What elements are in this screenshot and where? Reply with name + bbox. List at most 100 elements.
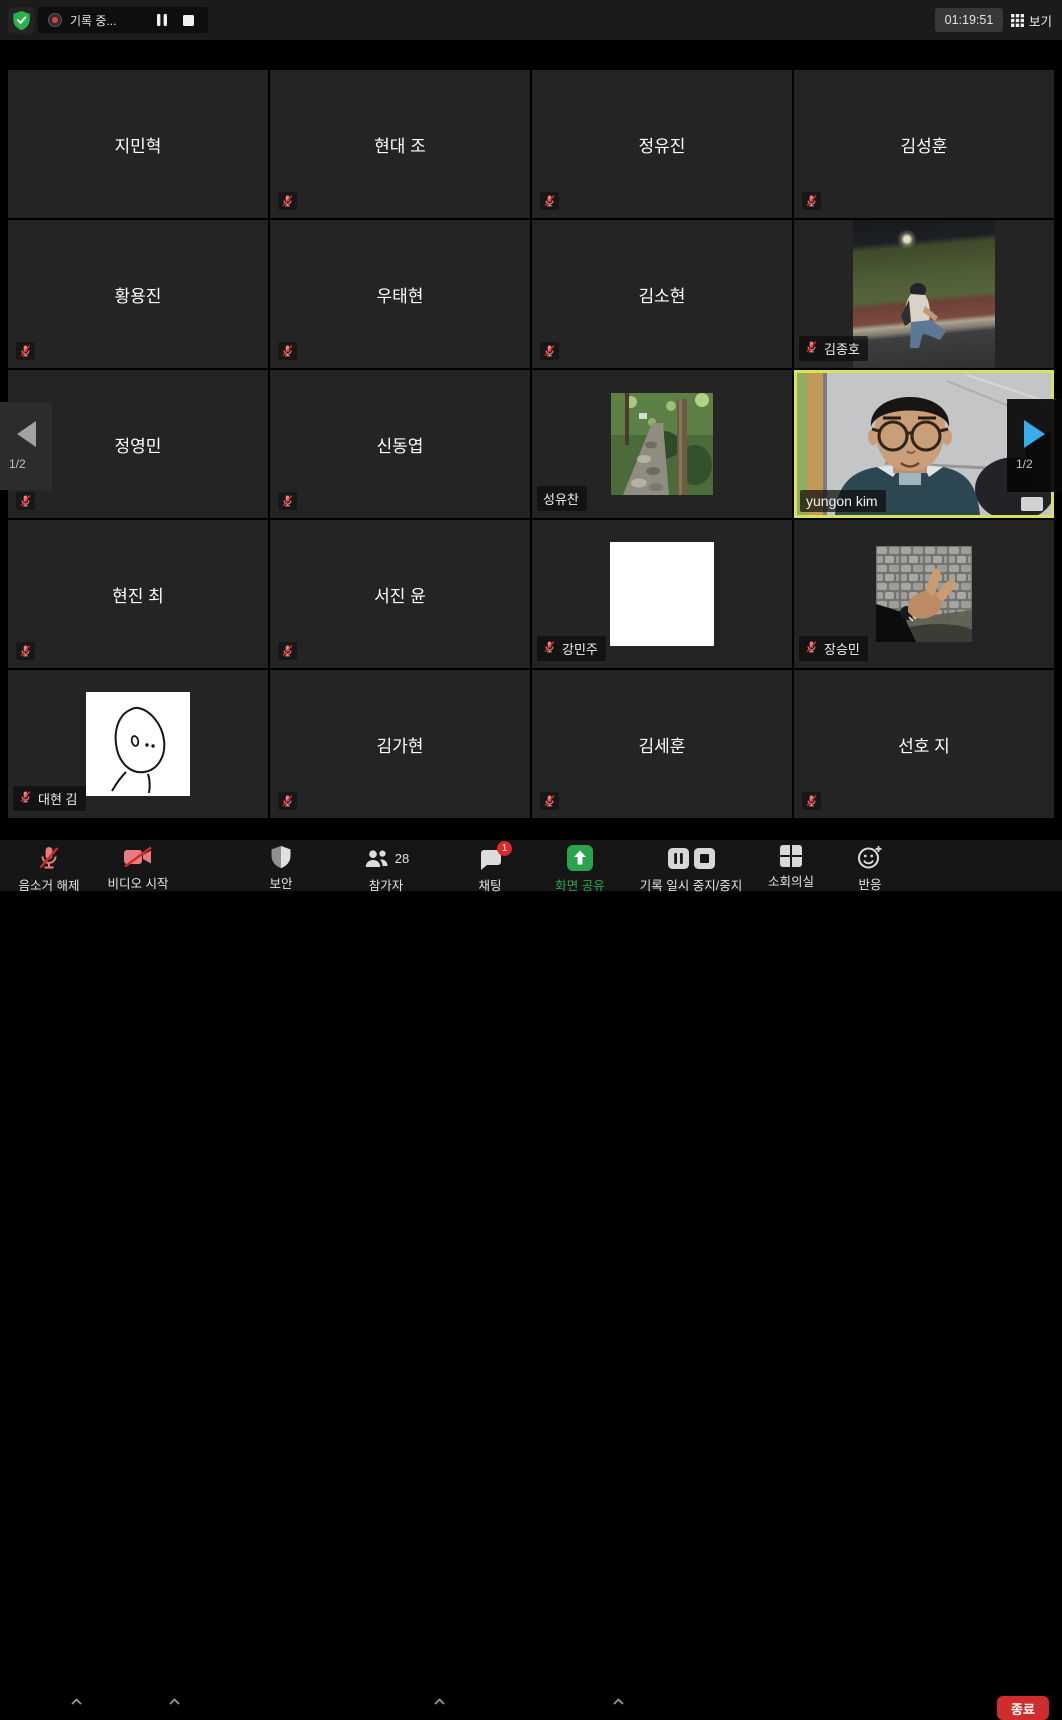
stop-icon <box>183 15 194 26</box>
audio-options-chevron[interactable] <box>68 1690 85 1711</box>
chat-button[interactable]: 1 채팅 <box>462 845 518 894</box>
participant-tile[interactable]: 장승민 <box>794 520 1054 668</box>
video-thumbnail-face-drawing <box>86 692 190 796</box>
participant-tile[interactable]: 신동엽 <box>270 370 530 518</box>
share-options-chevron[interactable] <box>610 1690 627 1711</box>
participants-count: 28 <box>395 851 409 866</box>
start-video-label: 비디오 시작 <box>108 873 169 892</box>
security-shield-icon[interactable] <box>8 7 35 34</box>
participant-tile[interactable]: 정유진 <box>532 70 792 218</box>
breakout-rooms-icon <box>780 845 802 867</box>
participant-tile[interactable]: 대현 김 <box>8 670 268 818</box>
participant-label: 성유찬 <box>537 486 587 511</box>
share-screen-label: 화면 공유 <box>555 875 604 894</box>
participant-tile[interactable]: 김가현 <box>270 670 530 818</box>
recording-label: 기록 중... <box>70 12 116 29</box>
participant-name: 장승민 <box>824 639 860 658</box>
pause-recording-icon <box>668 848 689 869</box>
start-video-button[interactable]: 비디오 시작 <box>92 845 184 892</box>
next-page-button[interactable]: 1/2 <box>1007 399 1062 492</box>
reactions-label: 반응 <box>858 874 881 893</box>
top-bar: 기록 중... 01:19:51 보 <box>0 0 1062 40</box>
security-button[interactable]: 보안 <box>252 845 310 892</box>
video-options-chevron[interactable] <box>166 1690 183 1711</box>
chat-label: 채팅 <box>478 875 501 894</box>
share-screen-button[interactable]: 화면 공유 <box>540 845 620 894</box>
participant-label: 대현 김 <box>13 786 86 811</box>
participant-tile[interactable]: 현대 조 <box>270 70 530 218</box>
reactions-button[interactable]: 반응 <box>845 845 895 893</box>
mic-muted-icon <box>278 342 297 360</box>
participant-label: 장승민 <box>799 636 868 661</box>
video-thumbnail-night-scene <box>853 220 995 368</box>
participant-name: 서진 윤 <box>270 520 530 668</box>
video-thumbnail-forest-path <box>611 393 713 495</box>
stop-recording-icon <box>694 848 715 869</box>
mic-muted-icon <box>278 492 297 510</box>
pause-icon <box>157 14 167 26</box>
participant-tile[interactable]: 강민주 <box>532 520 792 668</box>
mic-muted-icon <box>543 640 556 657</box>
participant-name: 강민주 <box>562 639 598 658</box>
mic-muted-icon <box>278 792 297 810</box>
participant-tile[interactable]: 김성훈 <box>794 70 1054 218</box>
mic-muted-icon <box>805 640 818 657</box>
unmute-button[interactable]: 음소거 해제 <box>4 845 94 894</box>
participant-tile[interactable]: 황용진 <box>8 220 268 368</box>
record-pause-stop-button[interactable]: 기록 일시 중지/중지 <box>630 845 752 894</box>
participant-label: 강민주 <box>537 636 606 661</box>
arrow-left-icon <box>17 421 36 447</box>
participant-name: 우태현 <box>270 220 530 368</box>
prev-page-button[interactable]: 1/2 <box>0 402 52 490</box>
participant-tile[interactable]: 김세훈 <box>532 670 792 818</box>
recording-indicator: 기록 중... <box>38 7 208 33</box>
security-label: 보안 <box>269 873 292 892</box>
mic-muted-icon <box>16 642 35 660</box>
participant-tile[interactable]: 우태현 <box>270 220 530 368</box>
participant-name: 성유찬 <box>543 489 579 508</box>
participant-label: yungon kim <box>800 490 886 512</box>
camera-off-icon <box>123 845 153 869</box>
participants-button[interactable]: 28 참가자 <box>350 845 422 894</box>
participant-name: 김소현 <box>532 220 792 368</box>
participant-name: 대현 김 <box>38 789 78 808</box>
participant-name: 현대 조 <box>270 70 530 218</box>
participant-tile[interactable]: 선호 지 <box>794 670 1054 818</box>
participant-tile[interactable]: 성유찬 <box>532 370 792 518</box>
breakout-rooms-label: 소회의실 <box>768 871 814 890</box>
mic-muted-icon <box>540 192 559 210</box>
participant-tile[interactable]: 서진 윤 <box>270 520 530 668</box>
participants-icon <box>363 848 390 869</box>
mic-muted-icon <box>805 340 818 357</box>
participant-name: 현진 최 <box>8 520 268 668</box>
video-thumbnail-hand-on-pavement <box>876 546 972 642</box>
video-thumbnail-white-image <box>610 542 714 646</box>
view-label: 보기 <box>1029 11 1052 30</box>
participant-name: yungon kim <box>806 493 878 509</box>
participant-name: 정유진 <box>532 70 792 218</box>
mic-muted-icon <box>19 790 32 807</box>
security-shield-icon <box>270 845 292 869</box>
participant-tile[interactable]: 현진 최 <box>8 520 268 668</box>
view-button[interactable]: 보기 <box>1011 8 1052 32</box>
recording-dot-icon <box>48 13 62 27</box>
shield-check-icon <box>12 10 31 31</box>
participant-tile[interactable]: 지민혁 <box>8 70 268 218</box>
mic-muted-icon <box>278 192 297 210</box>
reactions-smiley-icon <box>857 845 883 870</box>
mic-muted-icon <box>802 792 821 810</box>
unmute-label: 음소거 해제 <box>19 875 80 894</box>
participant-grid: 지민혁 현대 조 정유진 김성훈 황용진 <box>8 70 1054 818</box>
breakout-rooms-button[interactable]: 소회의실 <box>760 845 822 890</box>
participant-name: 김가현 <box>270 670 530 818</box>
meeting-timer: 01:19:51 <box>935 8 1003 32</box>
chat-unread-badge: 1 <box>497 841 512 856</box>
participant-tile[interactable]: 김종호 <box>794 220 1054 368</box>
mic-muted-icon <box>16 492 35 510</box>
end-meeting-button[interactable]: 종료 <box>997 1696 1049 1720</box>
participant-name: 김성훈 <box>794 70 1054 218</box>
stop-recording-button[interactable] <box>179 13 198 28</box>
participant-tile[interactable]: 김소현 <box>532 220 792 368</box>
pause-recording-button[interactable] <box>153 12 171 28</box>
participants-options-chevron[interactable] <box>431 1690 448 1711</box>
